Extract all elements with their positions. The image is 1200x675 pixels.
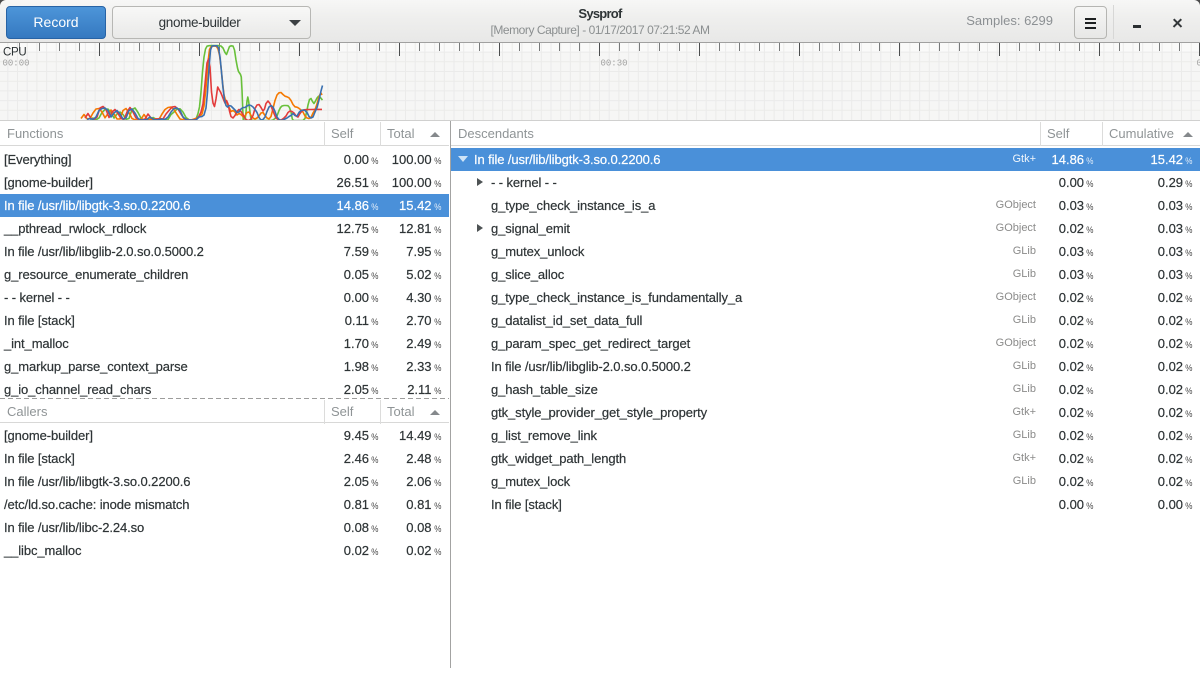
svg-text:00:00: 00:00 — [3, 59, 30, 69]
svg-text:CPU: CPU — [3, 47, 26, 59]
svg-text:01:00: 01:00 — [1197, 59, 1200, 69]
svg-text:00:30: 00:30 — [601, 59, 628, 69]
